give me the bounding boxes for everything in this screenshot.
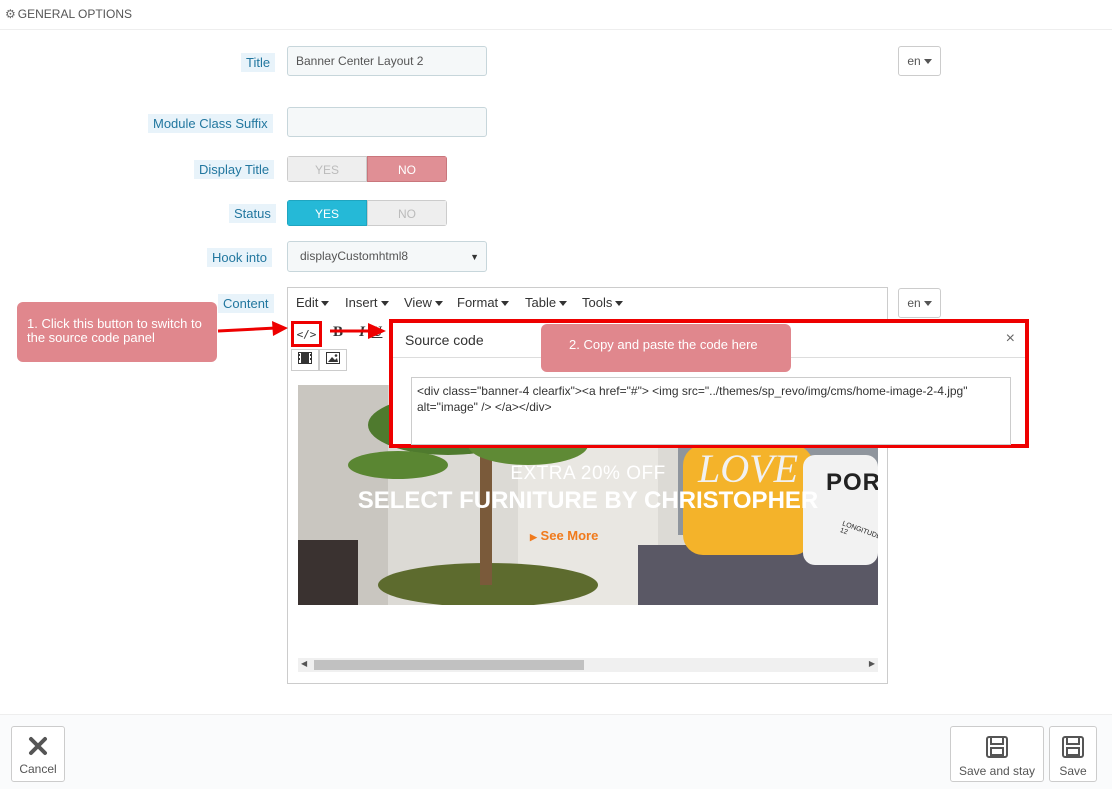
caret-down-icon: [559, 301, 568, 307]
image-icon: [326, 352, 340, 367]
save-button[interactable]: Save: [1049, 726, 1097, 782]
caret-down-icon: [380, 301, 389, 307]
close-icon[interactable]: ×: [1006, 330, 1015, 348]
form-footer: Cancel Save and stay Save: [0, 714, 1112, 789]
arrow-line-1: [217, 326, 277, 333]
underline-icon: U: [371, 324, 383, 340]
title-language-dropdown[interactable]: en: [898, 46, 941, 76]
display-title-toggle: YES NO: [287, 156, 447, 182]
menu-format[interactable]: Format: [457, 295, 510, 310]
suffix-input[interactable]: [287, 107, 487, 137]
menu-tools[interactable]: Tools: [582, 295, 624, 310]
hook-select[interactable]: displayCustomhtml8 ▼: [287, 241, 487, 272]
save-icon: [951, 735, 1043, 762]
step2-callout: 2. Copy and paste the code here: [541, 324, 791, 372]
panel-title: GENERAL OPTIONS: [17, 7, 133, 21]
close-icon: [12, 735, 64, 760]
banner-headline: SELECT FURNITURE BY CHRISTOPHER: [357, 487, 819, 514]
gears-icon: ⚙: [5, 7, 16, 21]
caret-right-icon: ▶: [530, 532, 537, 542]
caret-down-icon: [923, 59, 932, 65]
banner-offer: EXTRA 20% OFF: [510, 463, 666, 484]
hook-select-value: displayCustomhtml8: [300, 249, 409, 263]
save-and-stay-button[interactable]: Save and stay: [950, 726, 1044, 782]
caret-down-icon: [923, 301, 932, 307]
arrow-head-1: [272, 321, 288, 336]
scrollbar-thumb[interactable]: [314, 660, 584, 670]
editor-menubar: Edit Insert View Format Table Tools: [288, 288, 887, 316]
cancel-label: Cancel: [19, 762, 57, 776]
horizontal-scrollbar[interactable]: ◀ ▶: [298, 658, 878, 672]
display-title-no[interactable]: NO: [367, 156, 447, 182]
hook-label: Hook into: [207, 248, 272, 267]
display-title-label: Display Title: [194, 160, 275, 179]
code-icon: </>: [296, 328, 317, 341]
dialog-title: Source code: [405, 332, 484, 348]
save-icon: [1050, 735, 1096, 762]
cancel-button[interactable]: Cancel: [11, 726, 65, 782]
source-code-button[interactable]: </>: [291, 321, 322, 347]
banner-link[interactable]: ▶ See More: [530, 528, 598, 543]
scroll-right-icon[interactable]: ▶: [869, 659, 875, 668]
content-label: Content: [218, 294, 274, 313]
caret-down-icon: [434, 301, 443, 307]
step1-callout: 1. Click this button to switch to the so…: [17, 302, 217, 362]
caret-down-icon: [501, 301, 510, 307]
film-icon: [298, 352, 312, 367]
content-language-dropdown[interactable]: en: [898, 288, 941, 318]
underline-button[interactable]: U: [368, 322, 386, 344]
language-value: en: [907, 54, 921, 68]
save-label: Save: [1059, 764, 1087, 778]
status-no[interactable]: NO: [367, 200, 447, 226]
panel-header: ⚙ GENERAL OPTIONS: [0, 0, 1112, 30]
banner-link-text: See More: [540, 528, 599, 543]
menu-insert[interactable]: Insert: [345, 295, 389, 310]
caret-down-icon: [615, 301, 624, 307]
status-yes[interactable]: YES: [287, 200, 367, 226]
bold-icon: B: [332, 324, 343, 340]
save-and-stay-label: Save and stay: [958, 764, 1036, 778]
insert-image-button[interactable]: [319, 349, 347, 371]
menu-edit[interactable]: Edit: [296, 295, 330, 310]
menu-table[interactable]: Table: [525, 295, 568, 310]
select-arrow-icon: ▼: [470, 252, 479, 262]
insert-video-button[interactable]: [291, 349, 319, 371]
title-input[interactable]: Banner Center Layout 2: [287, 46, 487, 76]
scroll-left-icon[interactable]: ◀: [301, 659, 307, 668]
menu-view[interactable]: View: [404, 295, 443, 310]
display-title-yes[interactable]: YES: [287, 156, 367, 182]
language-value: en: [907, 296, 921, 310]
suffix-label: Module Class Suffix: [148, 114, 273, 133]
status-toggle: YES NO: [287, 200, 447, 226]
title-label: Title: [241, 53, 276, 72]
caret-down-icon: [321, 301, 330, 307]
source-code-textarea[interactable]: <div class="banner-4 clearfix"><a href="…: [411, 377, 1011, 445]
italic-icon: I: [359, 324, 365, 340]
status-label: Status: [229, 204, 276, 223]
